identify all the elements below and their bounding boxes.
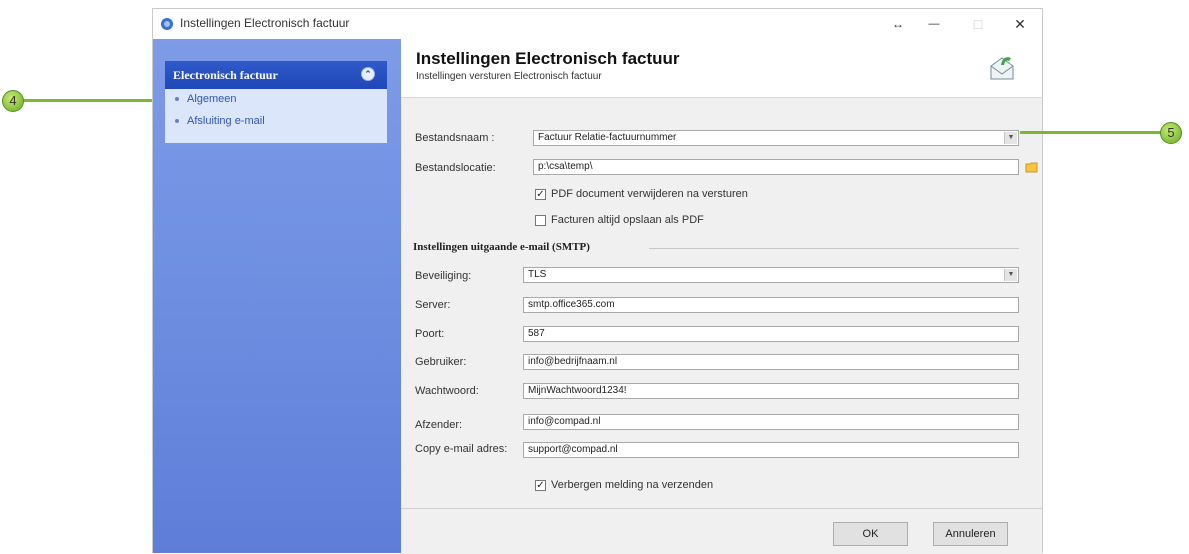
minimize-button[interactable]: —	[919, 12, 949, 36]
bestandsnaam-value: Factuur Relatie-factuurnummer	[538, 132, 677, 143]
verbergen-melding-label: Verbergen melding na verzenden	[551, 479, 714, 491]
callout-5-line	[1020, 131, 1164, 134]
bullet-icon	[175, 119, 179, 124]
copy-email-input[interactable]: support@compad.nl	[523, 442, 1019, 458]
afzender-label: Afzender:	[415, 419, 463, 431]
wachtwoord-input[interactable]: MijnWachtwoord1234!	[523, 383, 1019, 399]
callout-4-line	[22, 99, 168, 102]
content-header: Instellingen Electronisch factuur Instel…	[401, 39, 1042, 98]
afzender-input[interactable]: info@compad.nl	[523, 414, 1019, 430]
dialog-footer: OK Annuleren	[401, 508, 1042, 554]
server-label: Server:	[415, 299, 451, 311]
folder-icon[interactable]	[1025, 160, 1039, 174]
pdf-verwijderen-label: PDF document verwijderen na versturen	[551, 188, 748, 200]
gebruiker-label: Gebruiker:	[415, 356, 467, 368]
collapse-icon[interactable]: ⌃	[361, 67, 375, 81]
restore-arrows-icon[interactable]: ↔	[883, 12, 913, 36]
beveiliging-select[interactable]: TLS ▼	[523, 267, 1019, 283]
panel-body: Algemeen Afsluiting e-mail	[165, 89, 387, 143]
poort-label: Poort:	[415, 328, 445, 340]
beveiliging-value: TLS	[528, 269, 547, 280]
settings-window: Instellingen Electronisch factuur ↔ — □ …	[152, 8, 1043, 554]
chevron-down-icon[interactable]: ▼	[1004, 132, 1017, 144]
bestandslocatie-input[interactable]: p:\csa\temp\	[533, 159, 1019, 175]
bullet-icon	[175, 97, 179, 102]
envelope-icon	[990, 57, 1014, 80]
chevron-down-icon[interactable]: ▼	[1004, 269, 1017, 281]
settings-form: Bestandsnaam : Factuur Relatie-factuurnu…	[401, 98, 1042, 508]
window-title: Instellingen Electronisch factuur	[180, 16, 350, 30]
callout-4-badge: 4	[2, 90, 24, 112]
callout-5-badge: 5	[1160, 122, 1182, 144]
app-icon	[161, 18, 173, 30]
facturen-opslaan-label: Facturen altijd opslaan als PDF	[551, 214, 704, 226]
page-subtitle: Instellingen versturen Electronisch fact…	[416, 71, 602, 82]
ok-button[interactable]: OK	[833, 522, 908, 546]
sidebar: Electronisch factuur ⌃ Algemeen Afsluiti…	[153, 39, 401, 553]
bestandsnaam-label: Bestandsnaam :	[415, 132, 495, 144]
poort-input[interactable]: 587	[523, 326, 1019, 342]
sidebar-item-label: Afsluiting e-mail	[187, 115, 265, 127]
pdf-verwijderen-checkbox[interactable]: ✓	[535, 189, 546, 200]
maximize-button[interactable]: □	[963, 12, 993, 36]
panel-header[interactable]: Electronisch factuur ⌃	[165, 61, 387, 89]
facturen-opslaan-checkbox[interactable]	[535, 215, 546, 226]
section-title-smtp: Instellingen uitgaande e-mail (SMTP)	[413, 241, 590, 253]
panel-title: Electronisch factuur	[173, 68, 278, 82]
verbergen-melding-checkbox[interactable]: ✓	[535, 480, 546, 491]
bestandslocatie-label: Bestandslocatie:	[415, 162, 496, 174]
sidebar-item-afsluiting-email[interactable]: Afsluiting e-mail	[175, 115, 265, 129]
server-input[interactable]: smtp.office365.com	[523, 297, 1019, 313]
section-divider	[649, 248, 1019, 249]
sidebar-item-algemeen[interactable]: Algemeen	[175, 93, 237, 107]
bestandsnaam-select[interactable]: Factuur Relatie-factuurnummer ▼	[533, 130, 1019, 146]
page-title: Instellingen Electronisch factuur	[416, 49, 680, 68]
sidebar-item-label: Algemeen	[187, 93, 237, 105]
sidebar-panel: Electronisch factuur ⌃ Algemeen Afsluiti…	[165, 61, 387, 143]
gebruiker-input[interactable]: info@bedrijfnaam.nl	[523, 354, 1019, 370]
wachtwoord-label: Wachtwoord:	[415, 385, 479, 397]
cancel-button[interactable]: Annuleren	[933, 522, 1008, 546]
close-button[interactable]: ✕	[1005, 12, 1035, 36]
title-bar: Instellingen Electronisch factuur ↔ — □ …	[153, 9, 1042, 39]
beveiliging-label: Beveiliging:	[415, 270, 472, 282]
copy-email-label: Copy e-mail adres:	[415, 443, 508, 455]
